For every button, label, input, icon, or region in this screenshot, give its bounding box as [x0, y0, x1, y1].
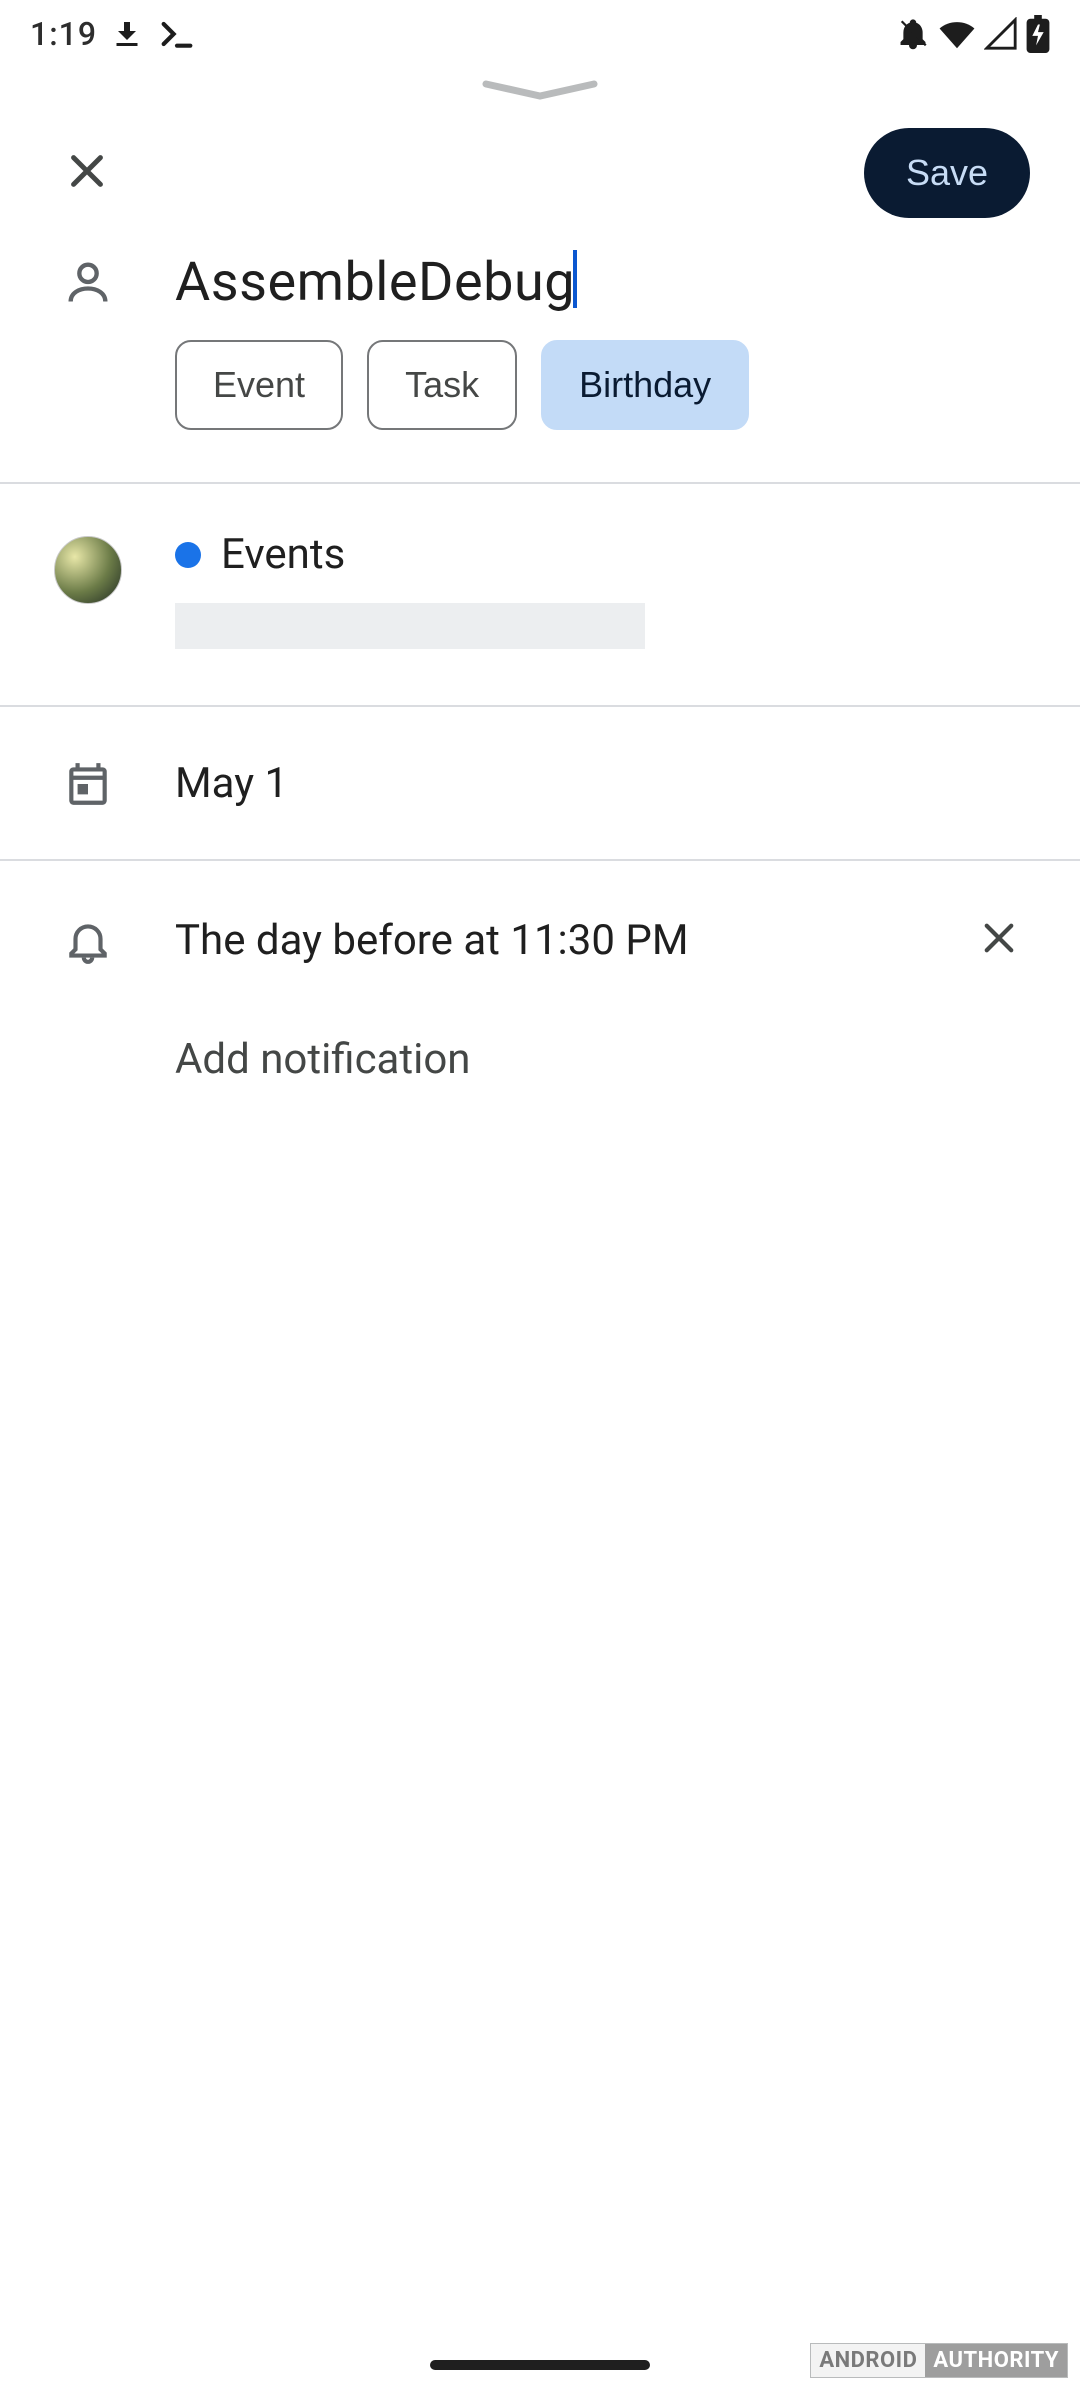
action-row: Save [0, 118, 1080, 238]
status-clock: 1:19 [30, 15, 97, 53]
chip-task[interactable]: Task [367, 340, 517, 430]
date-row[interactable]: May 1 [0, 707, 1080, 859]
terminal-icon [157, 14, 197, 54]
chip-event[interactable]: Event [175, 340, 343, 430]
mute-icon [896, 17, 930, 51]
avatar [54, 536, 122, 604]
navigation-pill[interactable] [430, 2360, 650, 2370]
type-chips-row: Event Task Birthday [0, 340, 1080, 482]
close-icon [978, 917, 1020, 963]
title-input[interactable]: AssembleDebug [175, 250, 1030, 314]
notification-label: The day before at 11:30 PM [175, 916, 964, 965]
watermark-left: ANDROID [811, 2344, 925, 2377]
status-bar-left: 1:19 [30, 14, 197, 54]
calendar-row[interactable]: Events [0, 484, 1080, 705]
calendar-name: Events [221, 530, 345, 579]
drag-handle[interactable] [0, 78, 1080, 118]
save-button[interactable]: Save [864, 128, 1030, 218]
calendar-color-dot [175, 542, 201, 568]
remove-notification-button[interactable] [964, 905, 1034, 975]
title-row: AssembleDebug [0, 238, 1080, 354]
chip-birthday[interactable]: Birthday [541, 340, 749, 430]
notification-row[interactable]: The day before at 11:30 PM [0, 861, 1080, 1005]
type-chips: Event Task Birthday [175, 340, 1030, 430]
title-text: AssembleDebug [175, 251, 575, 314]
battery-icon [1026, 15, 1050, 53]
add-notification-row[interactable]: Add notification [0, 1005, 1080, 1128]
wifi-icon [938, 15, 976, 53]
person-icon [62, 256, 114, 312]
cellular-icon [984, 17, 1018, 51]
add-notification-label: Add notification [175, 1035, 1030, 1084]
watermark: ANDROID AUTHORITY [810, 2343, 1068, 2378]
date-label: May 1 [175, 759, 1030, 808]
watermark-right: AUTHORITY [925, 2344, 1067, 2377]
text-caret [573, 250, 577, 308]
download-icon [109, 16, 145, 52]
calendar-account-placeholder [175, 603, 645, 649]
status-bar: 1:19 [0, 0, 1080, 68]
close-icon [64, 148, 110, 198]
status-bar-right [896, 15, 1050, 53]
bell-icon [63, 916, 113, 970]
close-button[interactable] [42, 128, 132, 218]
calendar-icon [63, 759, 113, 813]
